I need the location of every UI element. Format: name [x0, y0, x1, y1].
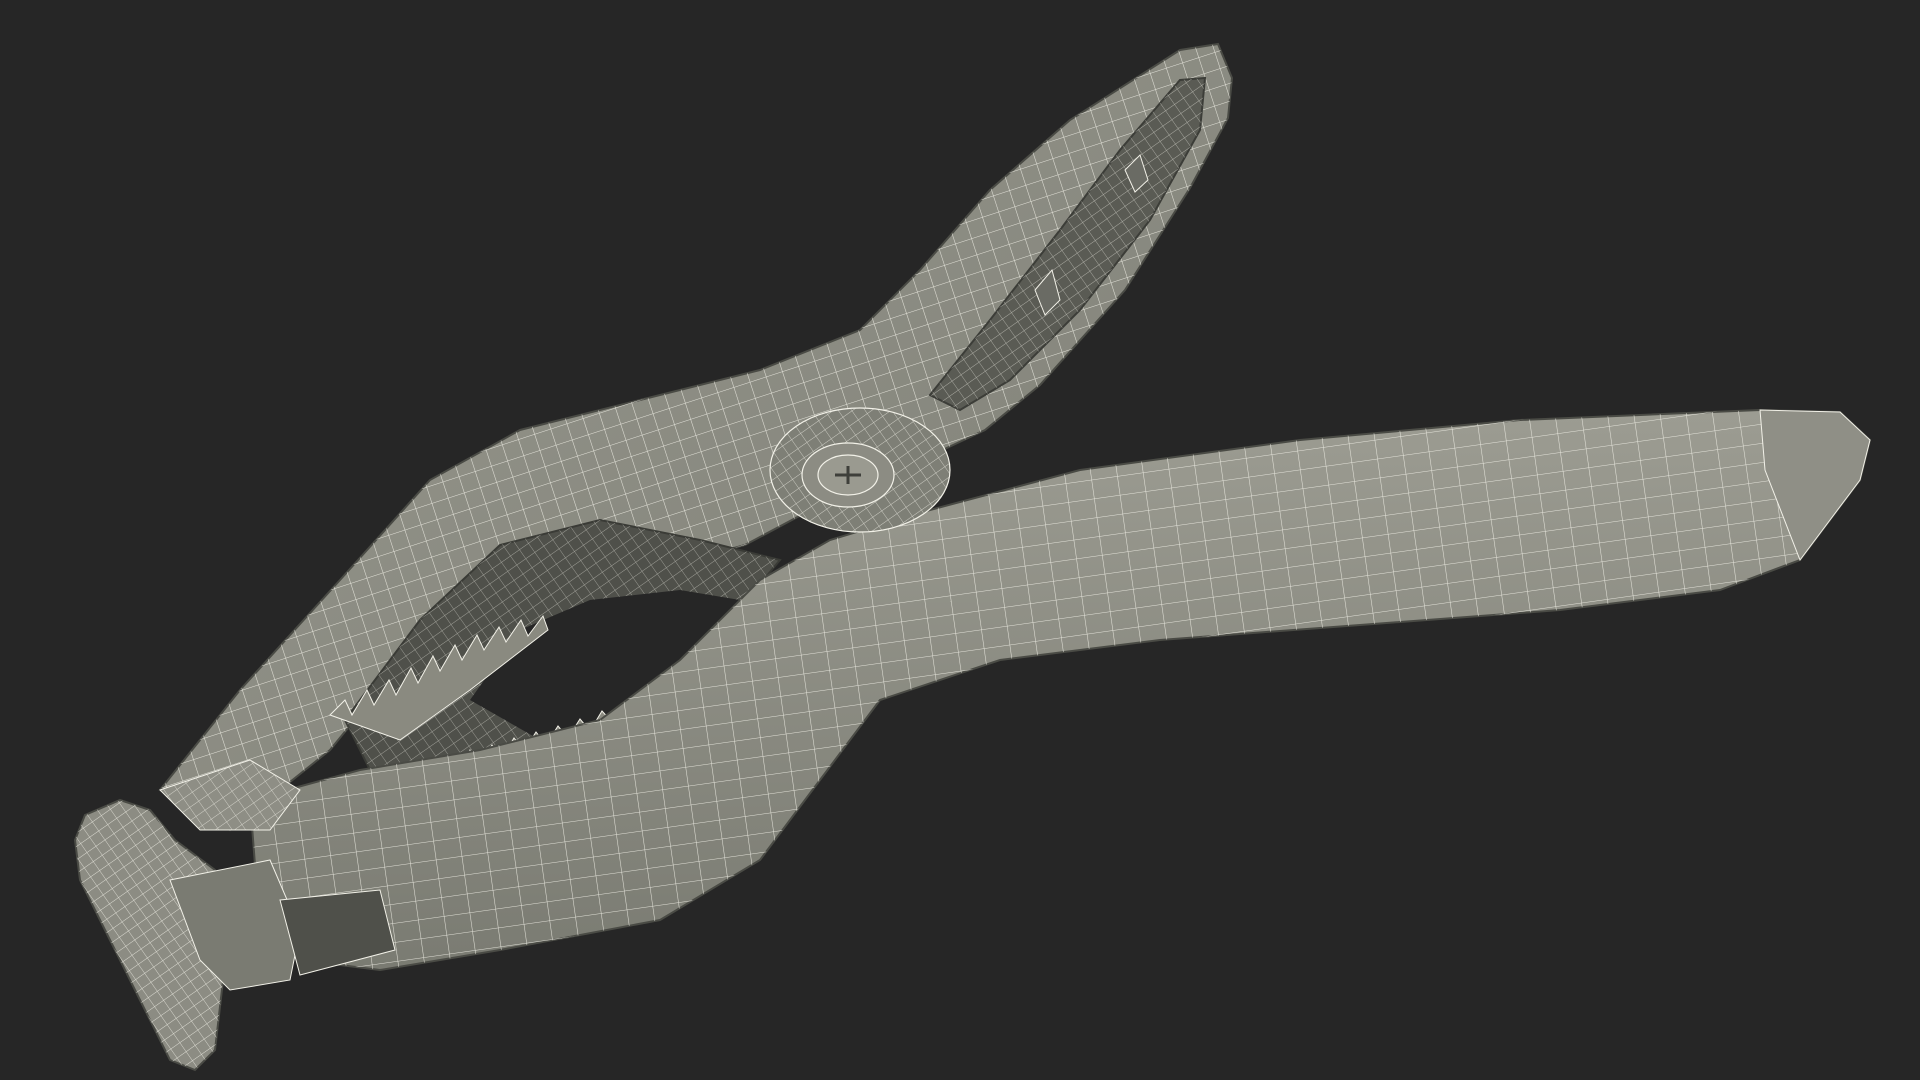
pivot-screw: [769, 407, 951, 533]
clamp-render: [73, 42, 1872, 1072]
render-viewport: [0, 0, 1920, 1080]
